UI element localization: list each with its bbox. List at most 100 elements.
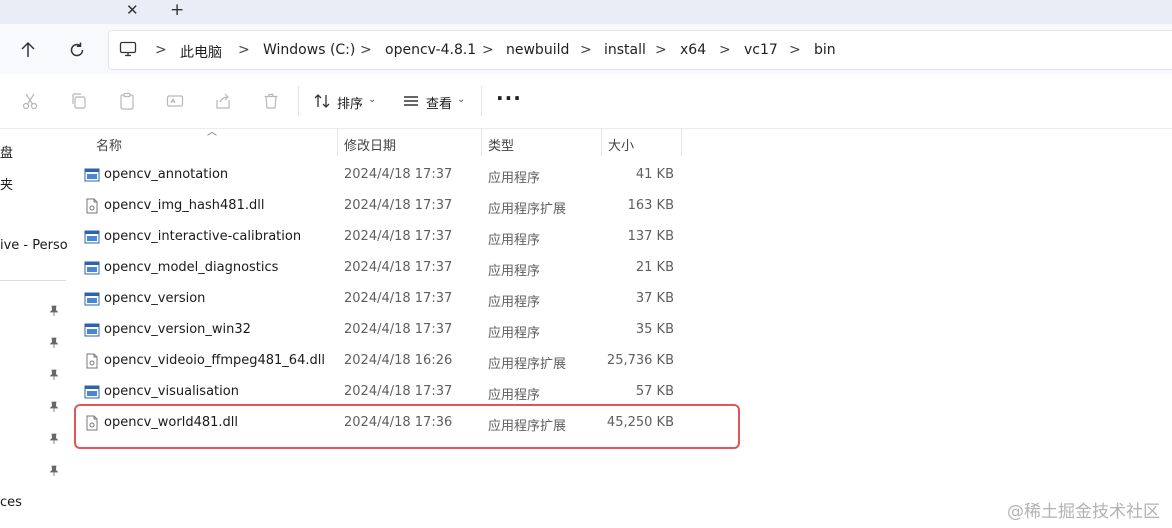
dll-file-icon [86,198,98,214]
breadcrumb-chevron-icon[interactable]: > [482,42,494,58]
breadcrumb-chevron-icon[interactable]: > [238,42,250,58]
file-size: 137 KB [627,229,674,244]
file-date: 2024/4/18 17:37 [344,198,453,213]
file-row[interactable]: opencv_version_win32 2024/4/18 17:37 应用程序 3… [80,315,680,346]
file-type: 应用程序 [488,264,541,279]
file-date: 2024/4/18 17:37 [344,260,453,275]
file-row[interactable]: opencv_interactive-calibration 2024/4/18 … [80,222,680,253]
breadcrumb-item[interactable]: newbuild [506,42,569,58]
file-type: 应用程序 [488,388,541,403]
pin-icon[interactable] [48,401,60,413]
nav-item[interactable]: 盘 [0,142,13,161]
column-divider[interactable] [337,128,338,156]
application-icon [84,168,100,182]
breadcrumb-chevron-icon[interactable]: > [360,42,372,58]
file-date: 2024/4/18 17:37 [344,322,453,337]
rename-icon[interactable] [166,92,184,110]
file-name: opencv_img_hash481.dll [104,198,265,213]
breadcrumb-item[interactable]: vc17 [744,42,778,58]
up-arrow-icon[interactable] [18,40,38,60]
application-icon [84,385,100,399]
close-tab-icon[interactable]: ✕ [126,1,139,19]
file-size: 37 KB [635,291,674,306]
breadcrumb-chevron-icon[interactable]: > [155,42,167,58]
breadcrumb-chevron-icon[interactable]: > [719,42,731,58]
file-row[interactable]: opencv_model_diagnostics 2024/4/18 17:37 应… [80,253,680,284]
chevron-down-icon[interactable]: ⌄ [368,94,376,105]
file-size: 21 KB [635,260,674,275]
highlight-box [74,404,740,449]
application-icon [84,292,100,306]
dll-file-icon [86,353,98,369]
breadcrumb-item[interactable]: bin [814,42,836,58]
chevron-down-icon[interactable]: ⌄ [457,94,465,105]
application-icon [84,230,100,244]
file-name: opencv_visualisation [104,384,239,399]
column-header-name[interactable]: 名称 [96,135,122,154]
breadcrumb-item[interactable]: Windows (C:) [263,42,355,58]
column-divider[interactable] [601,128,602,156]
file-size: 25,736 KB [606,353,674,368]
watermark: @稀土掘金技术社区 [1007,502,1160,522]
pin-icon[interactable] [48,433,60,445]
breadcrumb-item[interactable]: x64 [680,42,706,58]
toolbar-separator [298,86,299,116]
view-button[interactable]: 查看 [426,93,452,112]
more-options-button[interactable]: ··· [496,86,522,110]
file-type: 应用程序 [488,171,541,186]
application-icon [84,261,100,275]
column-header-date[interactable]: 修改日期 [344,135,396,154]
file-size: 41 KB [635,167,674,182]
file-row[interactable]: opencv_img_hash481.dll 2024/4/18 17:37 应用程… [80,191,680,222]
sort-icon[interactable] [313,92,331,110]
breadcrumb-item[interactable]: install [604,42,646,58]
file-name: opencv_model_diagnostics [104,260,279,275]
file-name: opencv_interactive-calibration [104,229,302,244]
file-name: opencv_version_win32 [104,322,251,337]
file-date: 2024/4/18 17:37 [344,291,453,306]
pin-icon[interactable] [48,369,60,381]
breadcrumb-item[interactable]: opencv-4.8.1 [385,42,476,58]
file-row[interactable]: opencv_videoio_ffmpeg481_64.dll 2024/4/18… [80,346,680,377]
this-pc-icon[interactable] [119,41,137,57]
column-divider[interactable] [681,128,682,156]
column-divider[interactable] [481,128,482,156]
nav-item[interactable]: ces [0,495,22,510]
file-size: 163 KB [627,198,674,213]
file-size: 57 KB [635,384,674,399]
sort-button[interactable]: 排序 [337,93,363,112]
breadcrumb-chevron-icon[interactable]: > [655,42,667,58]
column-header-size[interactable]: 大小 [608,135,634,154]
file-size: 35 KB [635,322,674,337]
file-type: 应用程序 [488,233,541,248]
file-row[interactable]: opencv_version 2024/4/18 17:37 应用程序 37 KB [80,284,680,315]
column-header-type[interactable]: 类型 [488,135,514,154]
view-icon[interactable] [402,92,420,110]
file-date: 2024/4/18 16:26 [344,353,453,368]
breadcrumb-chevron-icon[interactable]: > [580,42,592,58]
nav-item-onedrive[interactable]: ive - Perso [0,238,68,253]
sort-ascending-icon: ︿ [207,127,217,138]
nav-divider [0,280,66,281]
new-tab-button[interactable]: + [170,0,184,20]
file-type: 应用程序扩展 [488,202,567,217]
file-date: 2024/4/18 17:37 [344,384,453,399]
file-name: opencv_version [104,291,206,306]
paste-icon[interactable] [118,92,136,110]
delete-icon[interactable] [262,92,280,110]
copy-icon[interactable] [70,92,88,110]
share-icon[interactable] [214,92,232,110]
pin-icon[interactable] [48,337,60,349]
pin-icon[interactable] [48,465,60,477]
file-date: 2024/4/18 17:37 [344,167,453,182]
file-row[interactable]: opencv_annotation 2024/4/18 17:37 应用程序 41 K… [80,160,680,191]
file-type: 应用程序 [488,326,541,341]
file-name: opencv_annotation [104,167,229,182]
cut-icon[interactable] [21,92,39,110]
application-icon [84,323,100,337]
refresh-icon[interactable] [67,40,87,60]
breadcrumb-chevron-icon[interactable]: > [789,42,801,58]
breadcrumb-item[interactable]: 此电脑 [180,42,222,62]
pin-icon[interactable] [48,305,60,317]
nav-item[interactable]: 夹 [0,174,13,193]
